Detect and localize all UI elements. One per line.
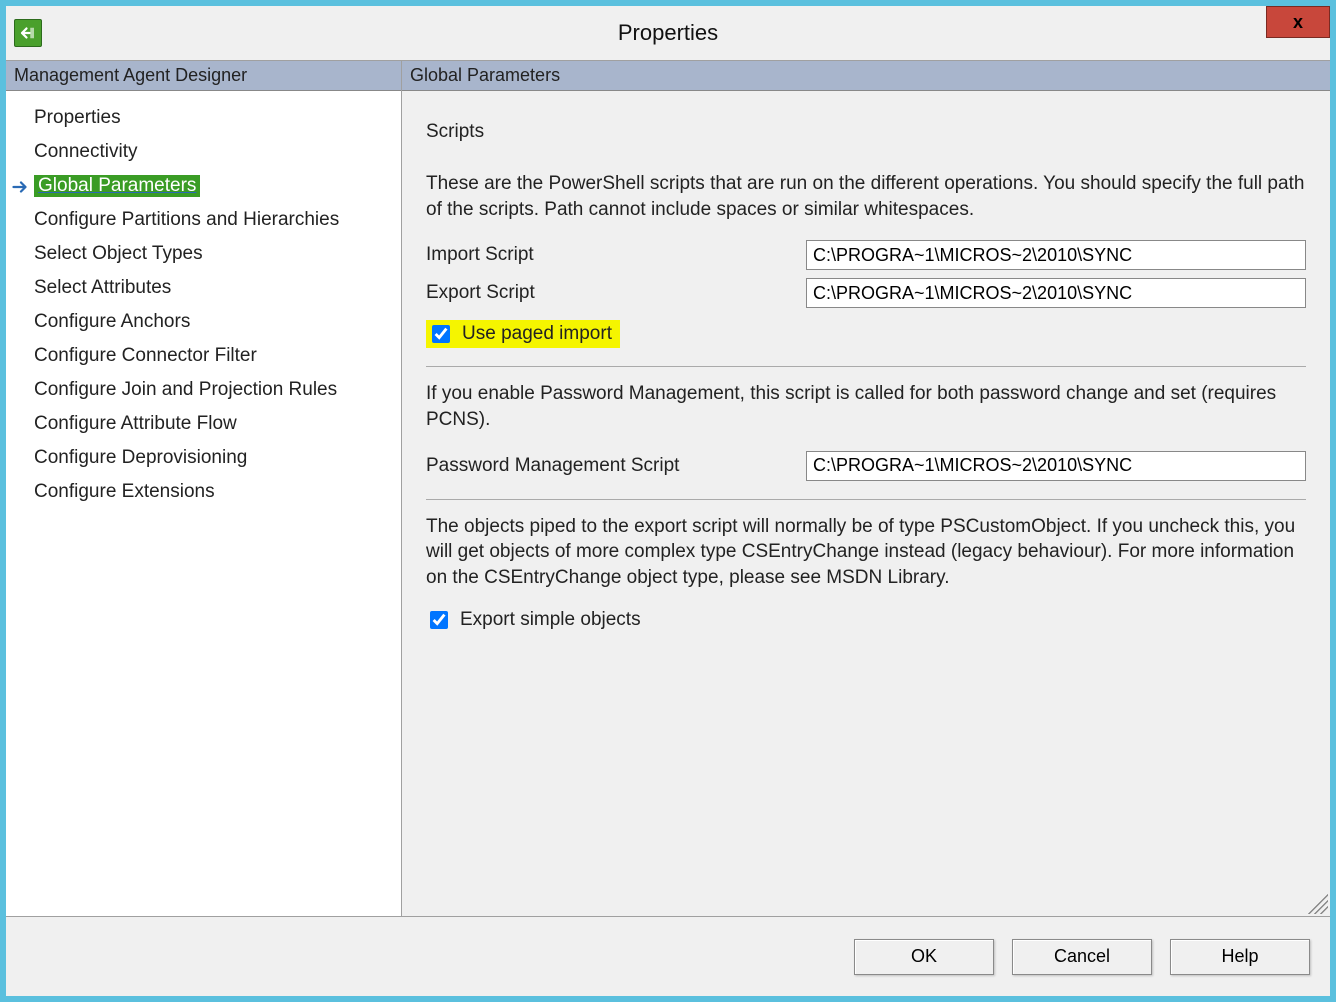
export-simple-row: Export simple objects xyxy=(426,608,1306,632)
sidebar-item-label: Select Object Types xyxy=(34,243,203,265)
dialog-footer: OK Cancel Help xyxy=(6,916,1330,996)
import-script-row: Import Script xyxy=(426,240,1306,270)
close-button[interactable]: x xyxy=(1266,6,1330,38)
sidebar-item-configure-join-and-projection-rules[interactable]: Configure Join and Projection Rules xyxy=(34,373,401,407)
title-bar: Properties x xyxy=(6,6,1330,60)
sidebar-item-configure-anchors[interactable]: Configure Anchors xyxy=(34,305,401,339)
sidebar-item-select-object-types[interactable]: Select Object Types xyxy=(34,237,401,271)
separator xyxy=(426,366,1306,367)
sidebar-item-properties[interactable]: Properties xyxy=(34,101,401,135)
sidebar-item-label: Configure Join and Projection Rules xyxy=(34,379,337,401)
dialog-body: Management Agent Designer Properties Conn… xyxy=(6,60,1330,916)
main-pane: Global Parameters Scripts These are the … xyxy=(402,61,1330,916)
window-title: Properties xyxy=(6,20,1330,46)
export-simple-checkbox[interactable] xyxy=(430,611,448,629)
export-simple-description: The objects piped to the export script w… xyxy=(426,514,1306,591)
password-description: If you enable Password Management, this … xyxy=(426,381,1306,432)
sidebar-item-label: Configure Attribute Flow xyxy=(34,413,237,435)
main-content: Scripts These are the PowerShell scripts… xyxy=(402,91,1330,644)
app-icon xyxy=(14,19,42,47)
sidebar-item-select-attributes[interactable]: Select Attributes xyxy=(34,271,401,305)
sidebar-item-configure-extensions[interactable]: Configure Extensions xyxy=(34,475,401,509)
scripts-heading: Scripts xyxy=(426,121,1306,143)
main-header: Global Parameters xyxy=(402,61,1330,91)
sidebar-item-configure-partitions-and-hierarchies[interactable]: Configure Partitions and Hierarchies xyxy=(34,203,401,237)
export-simple-label[interactable]: Export simple objects xyxy=(460,609,641,631)
help-button[interactable]: Help xyxy=(1170,939,1310,975)
password-script-label: Password Management Script xyxy=(426,455,806,477)
import-script-label: Import Script xyxy=(426,244,806,266)
arrow-right-icon xyxy=(12,177,30,191)
import-script-input[interactable] xyxy=(806,240,1306,270)
sidebar-header: Management Agent Designer xyxy=(6,61,401,91)
nav-list: Properties Connectivity Global Parameters C… xyxy=(6,91,401,509)
export-script-input[interactable] xyxy=(806,278,1306,308)
sidebar-item-configure-connector-filter[interactable]: Configure Connector Filter xyxy=(34,339,401,373)
sidebar-item-label: Properties xyxy=(34,107,121,129)
sidebar-item-configure-deprovisioning[interactable]: Configure Deprovisioning xyxy=(34,441,401,475)
sidebar-item-label: Configure Deprovisioning xyxy=(34,447,247,469)
properties-window: Properties x Management Agent Designer P… xyxy=(6,6,1330,996)
sidebar-item-label: Select Attributes xyxy=(34,277,171,299)
separator xyxy=(426,499,1306,500)
sidebar-item-configure-attribute-flow[interactable]: Configure Attribute Flow xyxy=(34,407,401,441)
scripts-description: These are the PowerShell scripts that ar… xyxy=(426,171,1306,222)
password-script-input[interactable] xyxy=(806,451,1306,481)
use-paged-import-checkbox[interactable] xyxy=(432,325,450,343)
close-icon: x xyxy=(1293,12,1303,33)
export-script-label: Export Script xyxy=(426,282,806,304)
sidebar-item-label: Configure Partitions and Hierarchies xyxy=(34,209,339,231)
sidebar-item-label: Configure Extensions xyxy=(34,481,215,503)
sidebar-item-global-parameters[interactable]: Global Parameters xyxy=(34,169,401,203)
use-paged-import-row: Use paged import xyxy=(426,320,620,348)
sidebar-item-label: Global Parameters xyxy=(34,175,200,197)
resize-grip-icon[interactable] xyxy=(1308,894,1328,914)
sidebar: Management Agent Designer Properties Conn… xyxy=(6,61,402,916)
sidebar-item-label: Configure Connector Filter xyxy=(34,345,257,367)
password-script-row: Password Management Script xyxy=(426,451,1306,481)
sidebar-item-label: Connectivity xyxy=(34,141,138,163)
sidebar-item-label: Configure Anchors xyxy=(34,311,190,333)
sidebar-item-connectivity[interactable]: Connectivity xyxy=(34,135,401,169)
ok-button[interactable]: OK xyxy=(854,939,994,975)
export-script-row: Export Script xyxy=(426,278,1306,308)
cancel-button[interactable]: Cancel xyxy=(1012,939,1152,975)
use-paged-import-label[interactable]: Use paged import xyxy=(462,323,612,345)
